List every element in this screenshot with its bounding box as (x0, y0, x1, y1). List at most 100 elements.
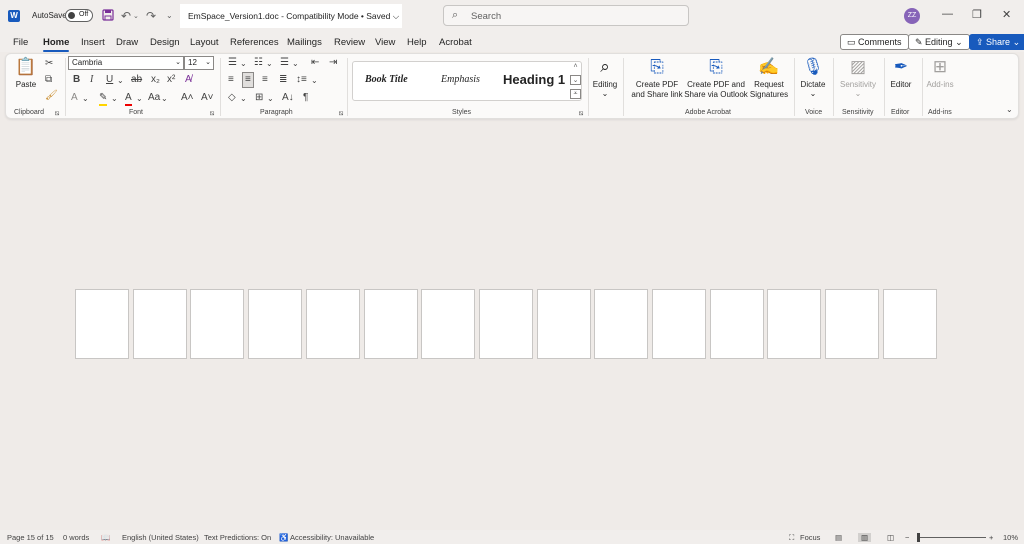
superscript-icon[interactable]: x² (167, 74, 175, 86)
shading-icon[interactable]: ◇ (228, 92, 236, 104)
chevron-down-icon[interactable]: ⌄ (161, 93, 168, 105)
zoom-out-icon[interactable]: − (905, 533, 909, 542)
text-effects-icon[interactable]: A (71, 92, 78, 104)
accessibility-icon[interactable]: ♿ (279, 533, 288, 542)
text-predictions-status[interactable]: Text Predictions: On (204, 533, 271, 542)
italic-icon[interactable]: I (90, 74, 93, 86)
line-spacing-icon[interactable]: ↕≡ (296, 74, 307, 86)
gallery-up-icon[interactable]: ˄ (570, 63, 581, 70)
dialog-launcher-icon[interactable]: ⧅ (210, 110, 214, 118)
justify-icon[interactable]: ≣ (279, 74, 287, 86)
tab-draw[interactable]: Draw (116, 37, 138, 48)
align-center-icon[interactable]: ≡ (242, 72, 254, 88)
document-page[interactable] (652, 289, 706, 359)
document-title[interactable]: EmSpace_Version1.doc - Compatibility Mod… (180, 4, 402, 28)
focus-icon[interactable]: ⛶ (789, 533, 794, 543)
document-page[interactable] (305, 289, 360, 359)
document-page[interactable] (709, 289, 764, 359)
document-page[interactable] (75, 289, 129, 359)
word-count[interactable]: 0 words (63, 533, 89, 542)
undo-icon[interactable]: ↶ (121, 9, 131, 23)
editor-button[interactable]: ✒ Editor (887, 56, 915, 89)
page-indicator[interactable]: Page 15 of 15 (7, 533, 54, 542)
redo-icon[interactable]: ↷ (146, 9, 156, 23)
tab-mailings[interactable]: Mailings (287, 37, 322, 48)
clear-formatting-icon[interactable]: A̸ (185, 74, 192, 86)
editing-button[interactable]: ⌕ Editing ⌄ (591, 56, 619, 98)
undo-dropdown-icon[interactable]: ⌄ (133, 12, 139, 20)
chevron-down-icon[interactable]: ⌄ (117, 75, 124, 87)
strikethrough-icon[interactable]: ab (131, 74, 142, 86)
document-page[interactable] (882, 289, 937, 359)
dictate-button[interactable]: 🎙 Dictate ⌄ (798, 56, 828, 98)
proofing-icon[interactable]: 📖 (101, 533, 110, 542)
chevron-down-icon[interactable]: ⌄ (240, 58, 247, 70)
create-pdf-share-link-button[interactable]: ⎘ Create PDF and Share link (629, 56, 685, 100)
dialog-launcher-icon[interactable]: ⧅ (55, 110, 59, 118)
change-case-icon[interactable]: Aa (148, 92, 160, 104)
cut-icon[interactable]: ✂ (45, 58, 53, 70)
font-size-select[interactable]: 12 ⌄ (184, 56, 214, 70)
tab-home[interactable]: Home (43, 37, 70, 52)
tab-references[interactable]: References (230, 37, 279, 48)
borders-icon[interactable]: ⊞ (255, 92, 263, 104)
document-page[interactable] (132, 289, 187, 359)
avatar[interactable]: ZZ (904, 8, 920, 24)
save-icon[interactable] (102, 9, 114, 24)
document-page[interactable] (190, 289, 245, 359)
tab-layout[interactable]: Layout (190, 37, 219, 48)
chevron-down-icon[interactable]: ⌄ (292, 58, 299, 70)
bold-icon[interactable]: B (73, 74, 80, 86)
grow-font-icon[interactable]: A˄ (181, 92, 194, 104)
accessibility-status[interactable]: Accessibility: Unavailable (290, 533, 374, 542)
web-layout-icon[interactable]: ◫ (887, 533, 894, 542)
request-signatures-button[interactable]: ✍ Request Signatures (749, 56, 789, 100)
chevron-down-icon[interactable]: ⌄ (267, 93, 274, 105)
tab-review[interactable]: Review (334, 37, 365, 48)
restore-icon[interactable]: ❐ (972, 8, 982, 21)
font-name-select[interactable]: Cambria ⌄ (68, 56, 184, 70)
dialog-launcher-icon[interactable]: ⧅ (339, 110, 343, 118)
document-page[interactable] (767, 289, 822, 359)
document-page[interactable] (536, 289, 591, 359)
dialog-launcher-icon[interactable]: ⧅ (579, 110, 583, 118)
gallery-down-icon[interactable]: ⌄ (570, 75, 581, 85)
document-page[interactable] (363, 289, 418, 359)
tab-help[interactable]: Help (407, 37, 427, 48)
chevron-down-icon[interactable]: ⌄ (82, 93, 89, 105)
document-page[interactable] (478, 289, 533, 359)
share-button[interactable]: ⇪ Share ⌄ (969, 34, 1024, 50)
search-box[interactable]: ⌕ Search (443, 5, 689, 26)
collapse-ribbon-icon[interactable]: ⌄ (1006, 104, 1013, 116)
print-layout-icon[interactable]: ▥ (858, 533, 872, 542)
tab-design[interactable]: Design (150, 37, 180, 48)
font-color-icon[interactable]: A (125, 92, 132, 106)
chevron-down-icon[interactable]: ⌄ (111, 93, 118, 105)
style-heading-1[interactable]: Heading 1 (503, 72, 565, 87)
show-formatting-icon[interactable]: ¶ (303, 92, 308, 104)
document-page[interactable] (248, 289, 303, 359)
style-book-title[interactable]: Book Title (365, 74, 408, 85)
chevron-down-icon[interactable]: ⌄ (266, 58, 273, 70)
paste-button[interactable]: 📋 Paste (12, 56, 40, 89)
tab-insert[interactable]: Insert (81, 37, 105, 48)
chevron-down-icon[interactable]: ⌄ (240, 93, 247, 105)
format-painter-icon[interactable]: 🖌 (45, 90, 58, 102)
highlight-icon[interactable]: ✎ (99, 92, 108, 106)
gallery-more-icon[interactable]: ⩡ (570, 89, 581, 99)
zoom-in-icon[interactable]: + (989, 533, 993, 542)
chevron-down-icon[interactable]: ⌄ (136, 93, 143, 105)
tab-acrobat[interactable]: Acrobat (439, 37, 472, 48)
zoom-slider[interactable] (920, 537, 986, 538)
tab-view[interactable]: View (375, 37, 395, 48)
sort-icon[interactable]: A↓ (282, 92, 294, 104)
minimize-icon[interactable]: — (942, 8, 953, 20)
decrease-indent-icon[interactable]: ⇤ (311, 57, 319, 69)
tab-file[interactable]: File (13, 37, 28, 48)
comments-button[interactable]: ▭ Comments (840, 34, 909, 50)
copy-icon[interactable]: ⧉ (45, 74, 52, 86)
increase-indent-icon[interactable]: ⇥ (329, 57, 337, 69)
language-status[interactable]: English (United States) (122, 533, 199, 542)
close-icon[interactable]: ✕ (1002, 8, 1011, 21)
sensitivity-button[interactable]: ▨ Sensitivity ⌄ (837, 56, 879, 98)
